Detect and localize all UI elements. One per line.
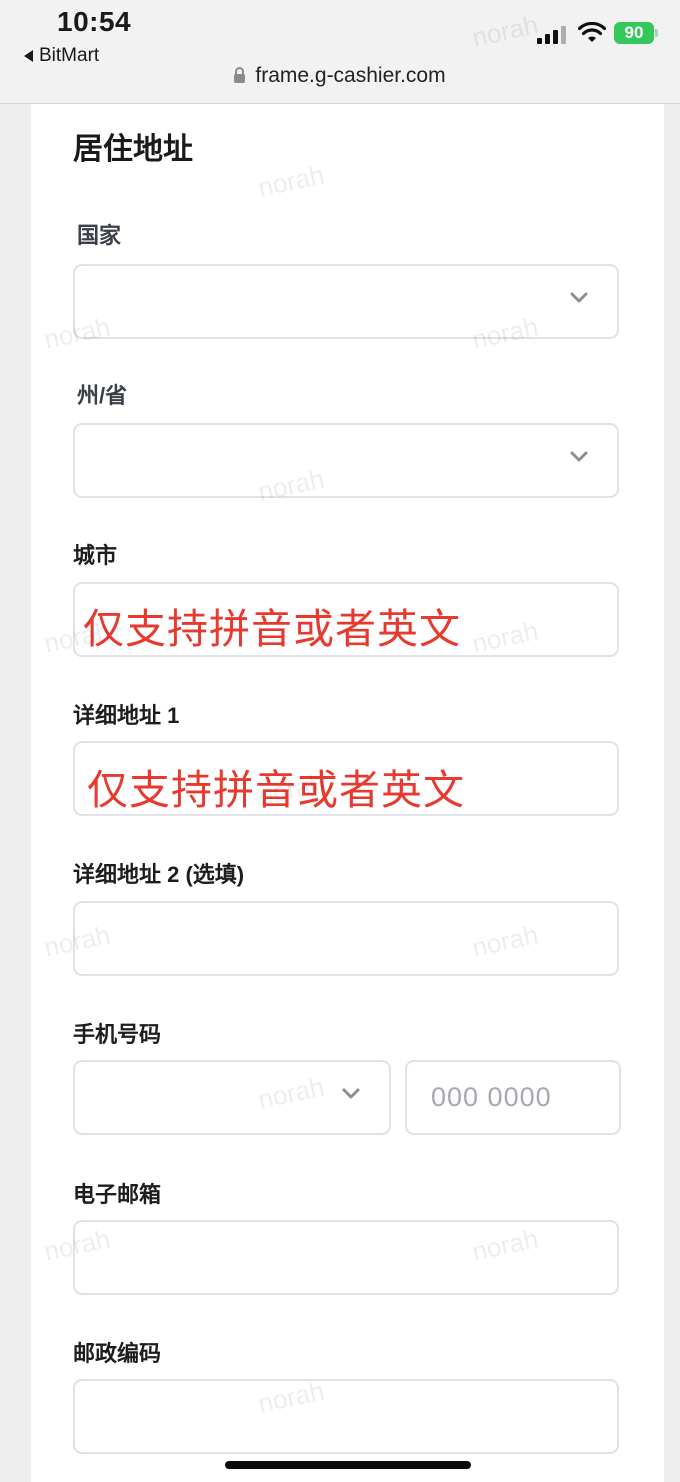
- city-input-hint: 仅支持拼音或者英文: [83, 606, 461, 652]
- phone-label: 手机号码: [73, 1022, 162, 1047]
- browser-top-bar: 10:54 BitMart 90 frame.g-cashier.com: [0, 0, 680, 104]
- battery-icon: 90: [614, 22, 658, 44]
- cellular-signal-icon: [537, 26, 567, 44]
- url-bar[interactable]: frame.g-cashier.com: [0, 64, 680, 88]
- city-input[interactable]: 仅支持拼音或者英文: [73, 582, 619, 657]
- state-label: 州/省: [77, 383, 128, 408]
- country-label: 国家: [77, 223, 122, 248]
- postcode-input[interactable]: [73, 1379, 619, 1454]
- status-time: 10:54: [57, 6, 132, 37]
- back-arrow-icon: [24, 50, 33, 62]
- address2-input[interactable]: [73, 901, 619, 976]
- chevron-down-icon: [569, 450, 588, 468]
- state-select[interactable]: [73, 423, 619, 498]
- battery-level: 90: [624, 23, 644, 42]
- address1-input[interactable]: 仅支持拼音或者英文: [73, 741, 619, 816]
- phone-country-code-select[interactable]: [73, 1060, 391, 1135]
- email-label: 电子邮箱: [73, 1182, 162, 1207]
- city-label: 城市: [73, 543, 118, 568]
- section-title: 居住地址: [73, 133, 193, 166]
- wifi-icon: [577, 21, 607, 49]
- country-select[interactable]: [73, 264, 619, 339]
- address2-label: 详细地址 2 (选填): [73, 862, 245, 887]
- chevron-down-icon: [569, 291, 588, 309]
- address1-label: 详细地址 1: [73, 703, 180, 728]
- url-text: frame.g-cashier.com: [255, 64, 446, 87]
- phone-number-placeholder: 000 0000: [431, 1082, 552, 1112]
- address1-input-hint: 仅支持拼音或者英文: [87, 767, 465, 813]
- email-input[interactable]: [73, 1220, 619, 1295]
- lock-icon: [234, 67, 246, 83]
- chevron-down-icon: [341, 1087, 360, 1105]
- postcode-label: 邮政编码: [73, 1341, 162, 1366]
- home-indicator[interactable]: [225, 1461, 471, 1469]
- phone-number-input[interactable]: 000 0000: [405, 1060, 621, 1135]
